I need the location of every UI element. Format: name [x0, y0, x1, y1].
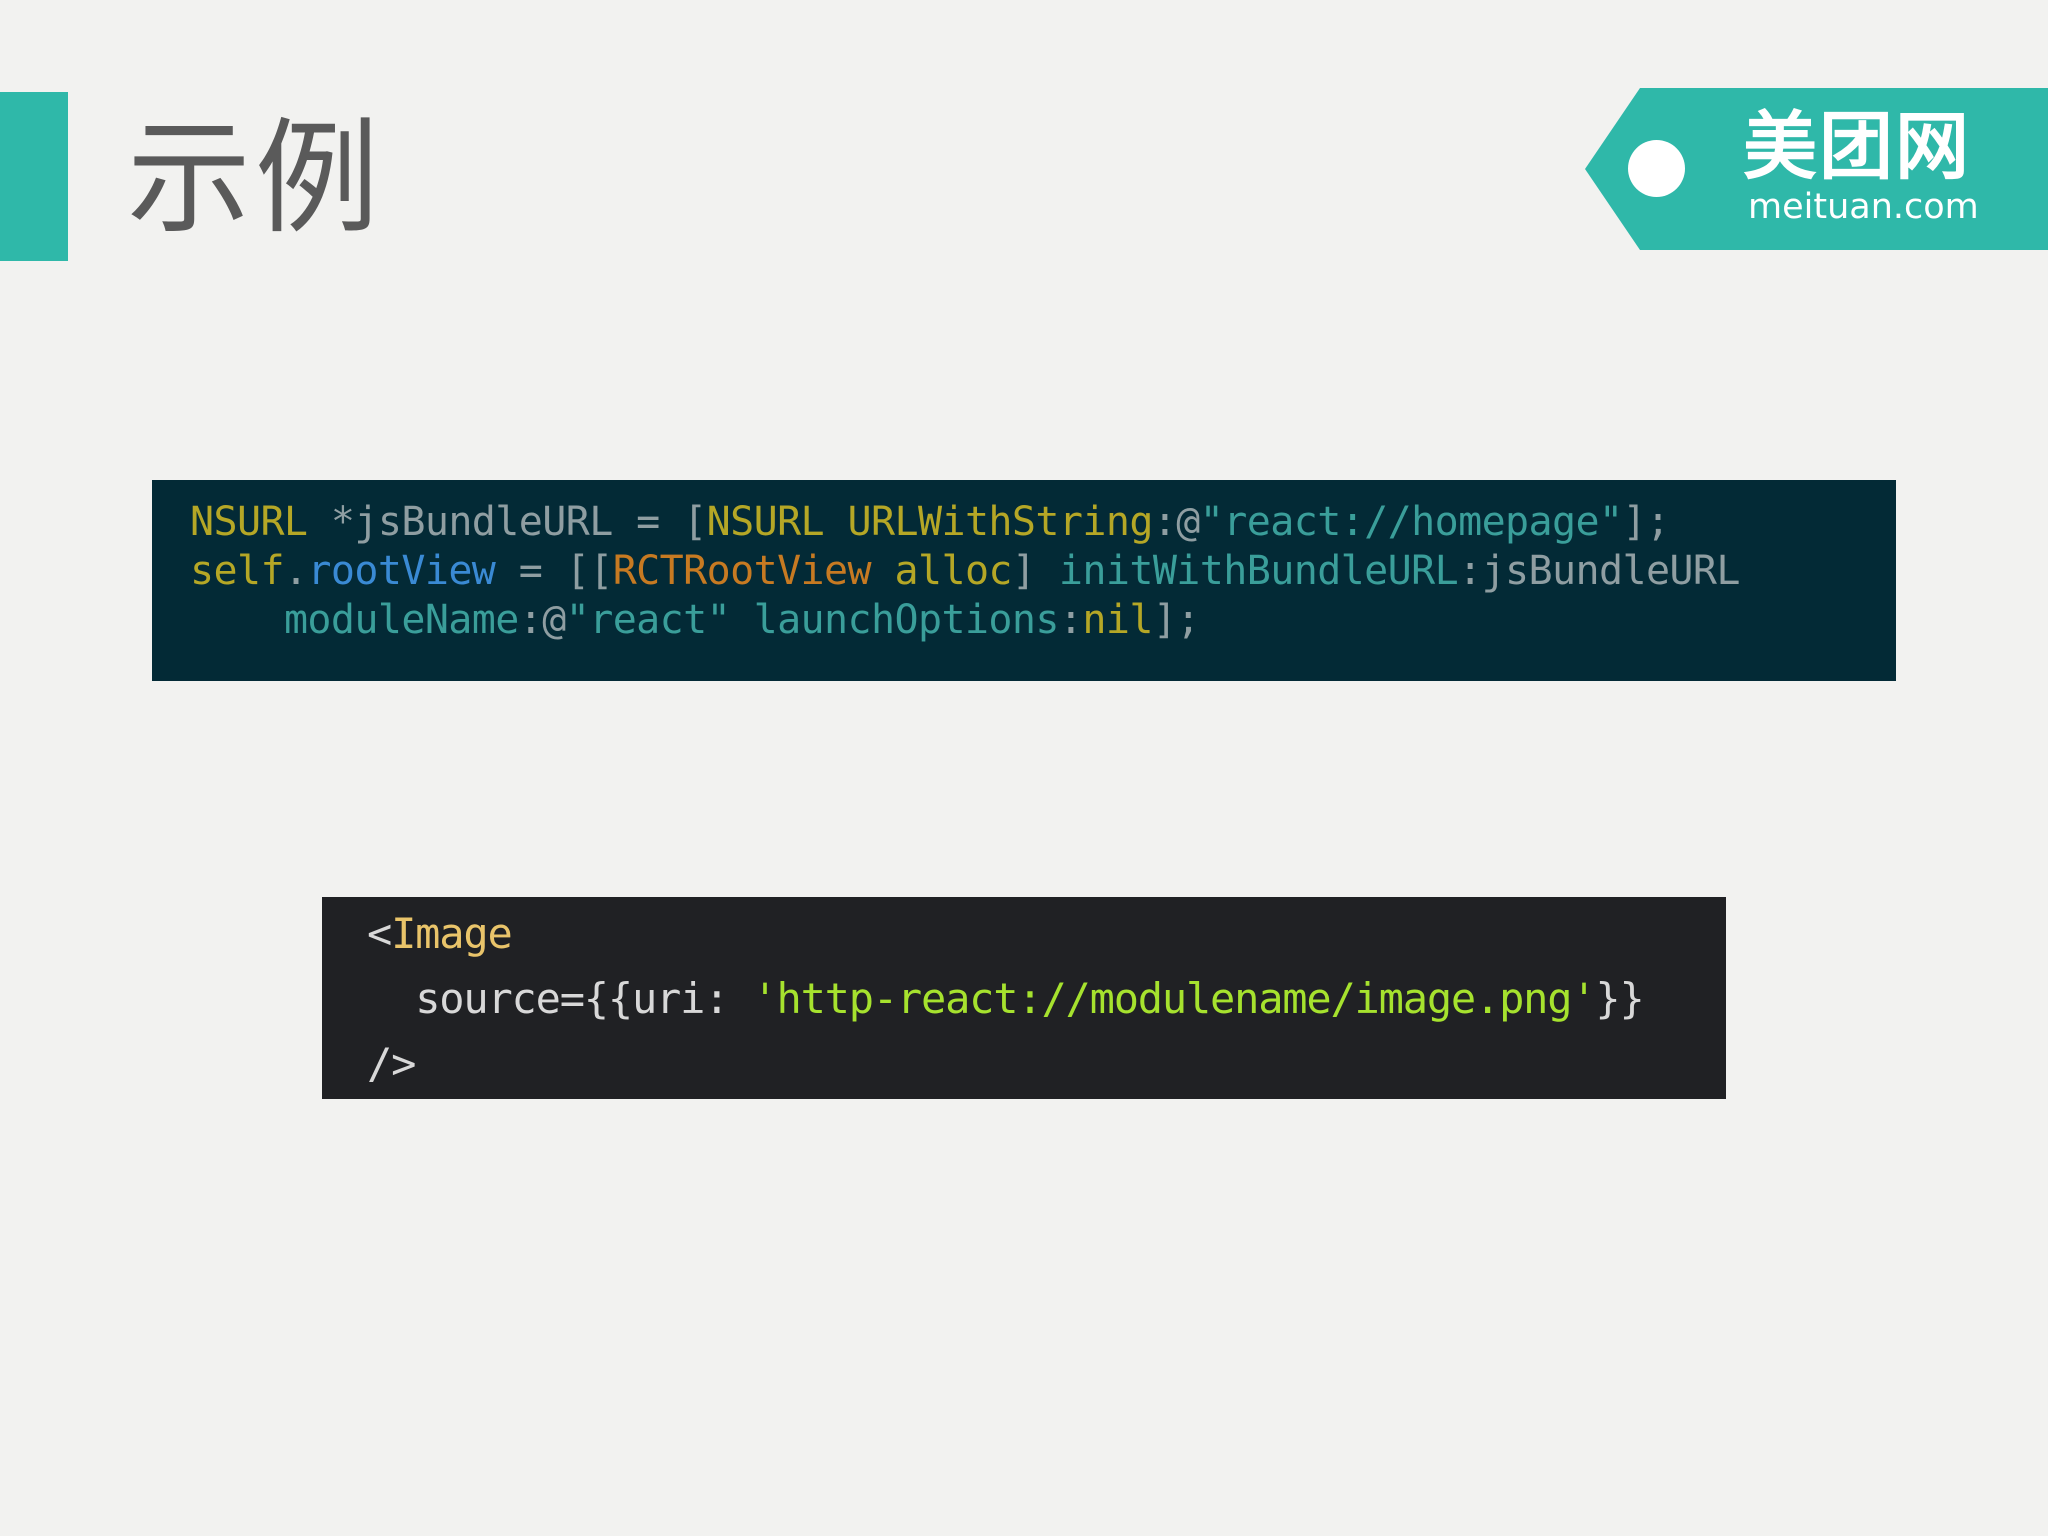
code-token: ]: [1011, 548, 1059, 594]
code-token: NSURL: [706, 499, 825, 545]
code-token: RCTRootView: [612, 548, 872, 594]
code-token: launchOptions: [753, 597, 1060, 643]
code-line: />: [367, 1031, 1726, 1096]
code-token: NSURL: [190, 499, 308, 545]
code-line: source={{uri: 'http-react://modulename/i…: [367, 966, 1726, 1031]
title-accent-bar: [0, 92, 68, 261]
code-token: Image: [391, 909, 513, 958]
code-token: rootView: [307, 548, 496, 594]
code-token: nil: [1082, 597, 1153, 643]
code-token: moduleName: [283, 597, 519, 643]
code-token: }}: [1595, 974, 1644, 1023]
code-token: alloc: [894, 548, 1013, 594]
meituan-logo: 美团网 meituan.com: [1585, 88, 2048, 250]
slide-title: 示例: [127, 107, 384, 251]
code-token: <: [367, 909, 392, 958]
code-token: = [[: [495, 548, 614, 594]
code-token: .: [283, 548, 308, 594]
code-line: moduleName:@"react" launchOptions:nil];: [190, 596, 1896, 645]
code-token: self: [190, 548, 285, 594]
code-token: URLWithString: [847, 499, 1154, 545]
code-token: :@: [1152, 499, 1201, 545]
code-token: />: [367, 1039, 416, 1088]
code-token: *jsBundleURL = [: [307, 499, 707, 545]
code-token: "react://homepage": [1199, 499, 1623, 545]
code-line: <Image: [367, 901, 1726, 966]
logo-domain-text: meituan.com: [1748, 187, 1979, 227]
objc-code-block: NSURL *jsBundleURL = [NSURL URLWithStrin…: [152, 480, 1896, 681]
code-token: ];: [1152, 597, 1201, 643]
code-token: :: [1058, 597, 1083, 643]
code-token: 'http-react://modulename/image.png': [752, 974, 1596, 1023]
code-token: :jsBundleURL: [1458, 548, 1740, 594]
code-token: source={{uri:: [415, 974, 753, 1023]
jsx-code-block: <Image source={{uri: 'http-react://modul…: [322, 897, 1726, 1099]
code-token: "react": [565, 597, 731, 643]
code-token: ];: [1622, 499, 1670, 545]
code-token: initWithBundleURL: [1058, 548, 1459, 594]
logo-chinese-text: 美团网: [1743, 104, 1971, 190]
logo-tag-hole: [1628, 140, 1685, 197]
code-line: self.rootView = [[RCTRootView alloc] ini…: [190, 547, 1896, 596]
code-token: :@: [518, 597, 567, 643]
code-line: NSURL *jsBundleURL = [NSURL URLWithStrin…: [190, 498, 1896, 547]
